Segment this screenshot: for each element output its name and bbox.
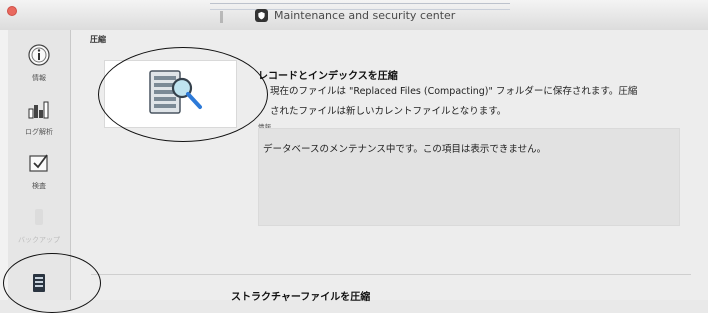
info-icon [24,40,54,70]
annotation-ellipse [3,253,101,313]
section-heading: レコードとインデックスを圧縮 [258,71,398,82]
sidebar-item-log-analysis[interactable]: ログ解析 [8,94,70,137]
divider [91,274,691,275]
shield-icon [255,9,268,22]
sidebar-item-info[interactable]: 情報 [8,40,70,83]
sidebar-item-label: 情報 [32,74,46,82]
section-label: 圧縮 [90,35,106,44]
scribble-mark-2 [220,11,223,23]
section-description: 現在のファイルは "Replaced Files (Compacting)" フ… [270,82,690,122]
title-bar: Maintenance and security center [0,0,708,31]
close-button[interactable] [7,6,17,16]
info-text: データベースのメンテナンス中です。この項目は表示できません。 [263,144,547,155]
sidebar-item-verify[interactable]: 検査 [8,148,70,191]
annotation-ellipse [98,47,268,142]
description-line-1: 現在のファイルは "Replaced Files (Compacting)" フ… [270,86,638,97]
window-title: Maintenance and security center [274,9,456,22]
sidebar-item-label: 検査 [32,182,46,190]
sidebar-item-backup[interactable]: バックアップ [8,202,70,245]
bar-chart-icon [24,94,54,124]
window-title-group: Maintenance and security center [255,9,455,22]
description-line-2: されたファイルは新しいカレントファイルとなります。 [270,106,507,117]
check-icon [24,148,54,178]
sidebar-item-label: バックアップ [18,236,60,244]
next-section-heading: ストラクチャーファイルを圧縮 [231,292,371,303]
info-box: データベースのメンテナンス中です。この項目は表示できません。 [258,128,680,226]
sidebar-item-label: ログ解析 [25,128,53,136]
backup-icon [24,202,54,232]
